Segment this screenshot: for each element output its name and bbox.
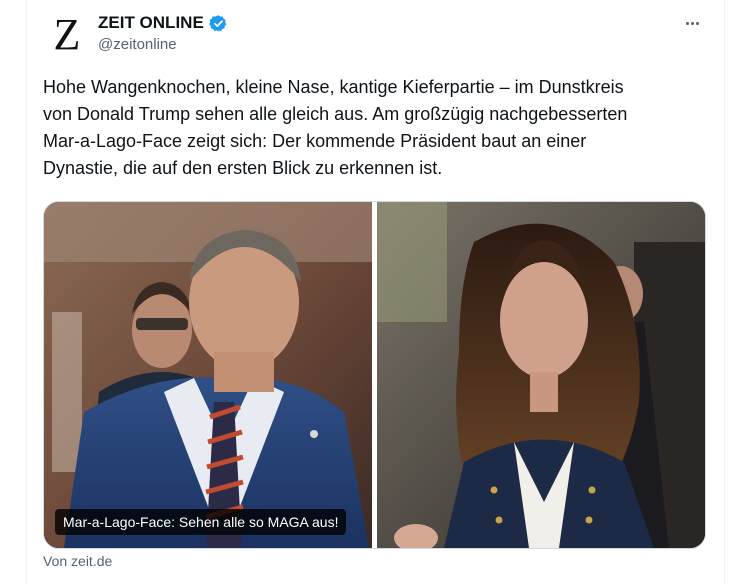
author-handle[interactable]: @zeitonline (98, 36, 177, 53)
right-photo (377, 202, 705, 548)
media-caption: Mar-a-Lago-Face: Sehen alle so MAGA aus! (55, 509, 347, 535)
tweet-text: Hohe Wangenknochen, kleine Nase, kantige… (43, 77, 628, 178)
verified-badge-icon (208, 14, 227, 32)
dot (690, 21, 694, 25)
left-photo (44, 202, 372, 548)
more-dots-icon (685, 21, 689, 25)
author-name[interactable]: ZEIT ONLINE (98, 13, 204, 33)
media-photos (44, 202, 705, 548)
author-row: ZEIT ONLINE (98, 12, 228, 34)
link-source[interactable]: Von zeit.de (43, 553, 112, 569)
more-options-button[interactable] (680, 12, 704, 34)
avatar[interactable]: Z (50, 12, 84, 58)
media-card[interactable] (43, 201, 706, 549)
dot (695, 21, 699, 25)
